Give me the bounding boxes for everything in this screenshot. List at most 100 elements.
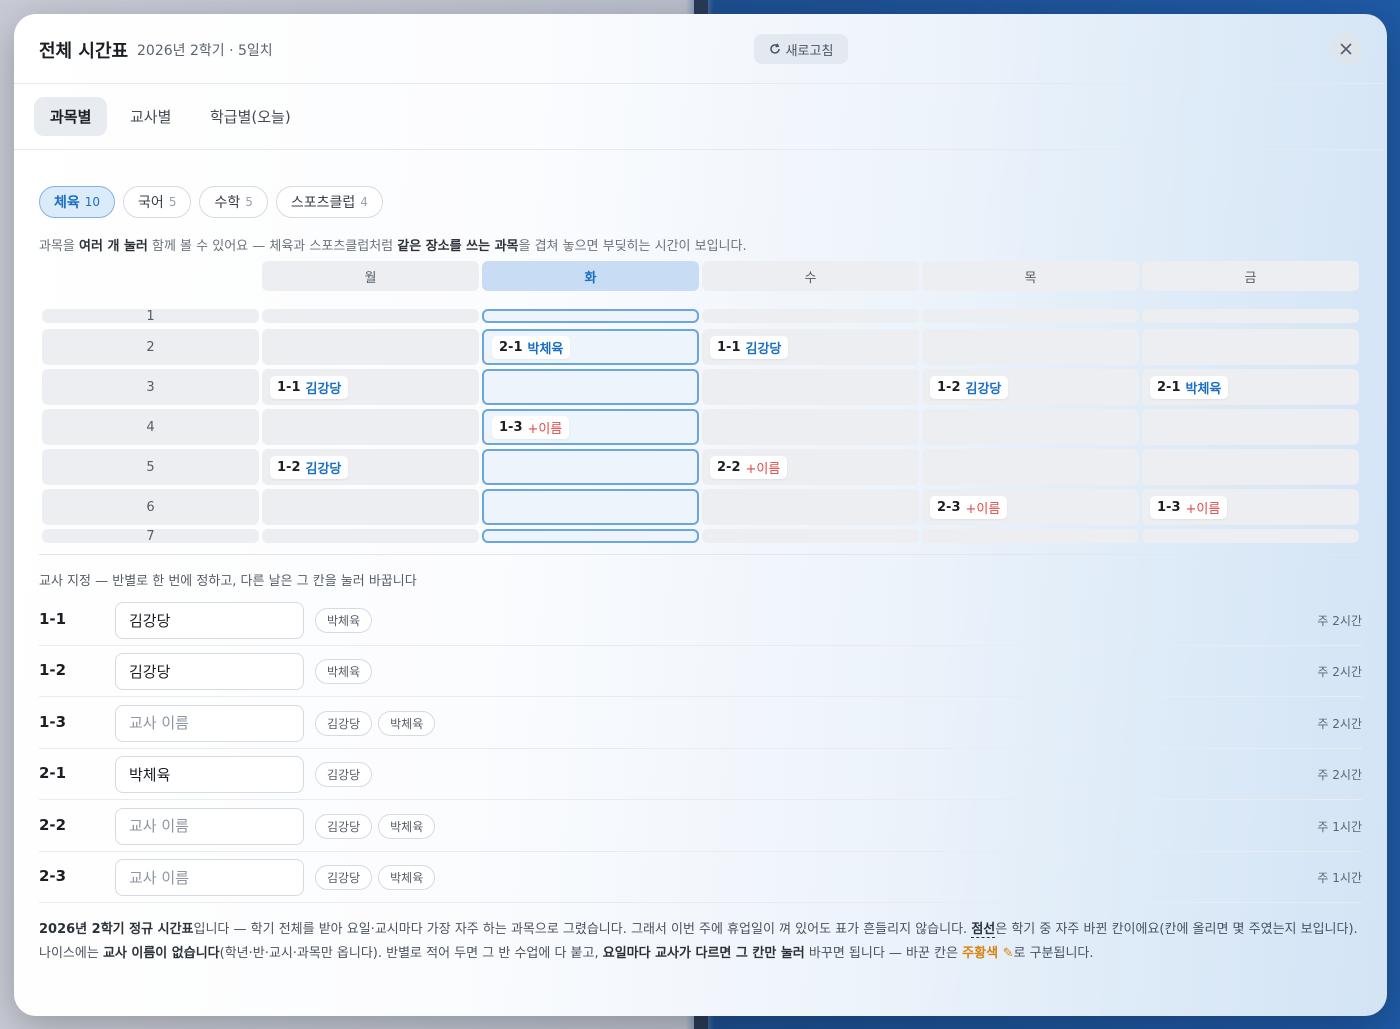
timetable-cell[interactable] [1142, 329, 1359, 365]
teacher-suggestion-chip[interactable]: 박체육 [378, 710, 436, 736]
timetable-cell[interactable] [702, 489, 919, 525]
timetable-cell[interactable] [702, 309, 919, 323]
day-header[interactable]: 화 [482, 261, 699, 291]
class-entry[interactable]: 2-1 박체육 [492, 335, 571, 359]
close-button[interactable] [1330, 33, 1362, 65]
tab-by-teacher[interactable]: 교사별 [114, 97, 187, 136]
teacher-name-input[interactable] [115, 653, 304, 691]
timetable-cell[interactable]: 2-1 박체육 [1142, 369, 1359, 405]
teacher-suggestion-chip[interactable]: 김강당 [315, 762, 373, 788]
timetable-cell[interactable] [1142, 449, 1359, 485]
teacher-suggestion-chip[interactable]: 김강당 [315, 865, 373, 890]
class-label: 1-3 [39, 712, 67, 731]
timetable-cell[interactable] [262, 329, 479, 365]
timetable-cell[interactable] [482, 489, 699, 525]
teacher-suggestions: 김강당 박체육 [315, 710, 436, 736]
teacher-suggestion-chip[interactable]: 박체육 [378, 865, 436, 890]
timetable-cell[interactable] [482, 449, 699, 485]
teacher-suggestion-chip[interactable]: 김강당 [315, 813, 373, 839]
refresh-button[interactable]: 새로고침 [754, 34, 848, 64]
timetable-cell[interactable]: 2-1 박체육 [482, 329, 699, 365]
day-header[interactable]: 목 [922, 261, 1139, 291]
teacher-row: 1-1 박체육 주 2시간 [39, 595, 1362, 646]
class-label: 2-3 [39, 867, 67, 885]
tab-by-class-today[interactable]: 학급별(오늘) [194, 97, 307, 136]
timetable-cell[interactable] [922, 329, 1139, 365]
timetable-cell[interactable]: 2-3 +이름 [922, 489, 1139, 525]
add-teacher-link[interactable]: +이름 [966, 498, 1001, 517]
section-divider [39, 554, 1362, 555]
timetable-cell[interactable]: 1-3 +이름 [482, 409, 699, 445]
timetable-cell[interactable] [1142, 409, 1359, 445]
chip-count: 5 [168, 195, 177, 209]
subject-chip-pe[interactable]: 체육 10 [39, 186, 116, 218]
period-label: 2 [42, 329, 259, 365]
timetable-cell[interactable] [1142, 309, 1359, 323]
timetable-cell[interactable] [482, 529, 699, 543]
timetable-cell[interactable] [702, 529, 919, 543]
timetable-cell[interactable]: 2-2 +이름 [702, 449, 919, 485]
class-entry[interactable]: 1-2 김강당 [930, 375, 1009, 399]
teacher-name-input[interactable] [115, 807, 304, 845]
timetable-cell[interactable] [262, 529, 479, 543]
class-entry[interactable]: 1-2 김강당 [270, 455, 349, 479]
timetable-cell[interactable] [922, 529, 1139, 543]
timetable-cell[interactable]: 1-2 김강당 [922, 369, 1139, 405]
timetable-cell[interactable] [702, 409, 919, 445]
class-entry[interactable]: 2-1 박체육 [1150, 375, 1229, 399]
timetable-cell[interactable] [922, 309, 1139, 323]
add-teacher-link[interactable]: +이름 [528, 418, 563, 437]
teacher-suggestions: 김강당 박체육 [315, 813, 436, 839]
period-label: 6 [42, 489, 259, 525]
class-entry[interactable]: 2-3 +이름 [930, 495, 1008, 519]
subject-chip-math[interactable]: 수학 5 [199, 186, 268, 218]
timetable-cell[interactable] [482, 369, 699, 405]
timetable-cell[interactable]: 1-2 김강당 [262, 449, 479, 485]
class-entry[interactable]: 1-1 김강당 [710, 335, 789, 359]
timetable-cell[interactable] [922, 409, 1139, 445]
entry-class: 1-2 [937, 379, 961, 395]
timetable-cell[interactable] [262, 489, 479, 525]
teacher-name-input[interactable] [115, 602, 304, 639]
add-teacher-link[interactable]: +이름 [1186, 498, 1221, 517]
chip-label: 국어 [138, 195, 164, 211]
teacher-suggestion-chip[interactable]: 박체육 [378, 813, 436, 839]
day-header[interactable]: 월 [262, 261, 479, 291]
add-teacher-link[interactable]: +이름 [746, 458, 781, 477]
day-header[interactable]: 금 [1142, 261, 1359, 291]
class-entry[interactable]: 1-1 김강당 [270, 375, 349, 399]
chip-label: 스포츠클럽 [290, 195, 356, 211]
timetable-cell[interactable]: 1-1 김강당 [702, 329, 919, 365]
class-label: 1-1 [39, 610, 67, 628]
teacher-suggestion-chip[interactable]: 박체육 [315, 608, 373, 633]
subject-chip-korean[interactable]: 국어 5 [123, 186, 192, 218]
footer-line-1: 2026년 2학기 정규 시간표입니다 — 학기 전체를 받아 요일·교시마다 … [39, 922, 1358, 938]
class-entry[interactable]: 1-3 +이름 [492, 415, 570, 439]
weekly-hours: 주 2시간 [1317, 614, 1362, 628]
tab-by-subject[interactable]: 과목별 [34, 97, 108, 136]
timetable-cell[interactable] [702, 369, 919, 405]
teacher-name-input[interactable] [115, 756, 304, 794]
class-label: 2-1 [39, 764, 67, 783]
entry-class: 1-3 [499, 419, 523, 435]
timetable-cell[interactable]: 1-1 김강당 [262, 369, 479, 405]
teacher-name-input[interactable] [115, 704, 304, 742]
class-entry[interactable]: 2-2 +이름 [710, 455, 788, 479]
timetable-cell[interactable] [922, 449, 1139, 485]
timetable-cell[interactable] [262, 409, 479, 445]
entry-teacher: 박체육 [527, 341, 564, 357]
timetable-cell[interactable]: 1-3 +이름 [1142, 489, 1359, 525]
subject-chip-sports-club[interactable]: 스포츠클럽 4 [275, 186, 383, 218]
class-entry[interactable]: 1-3 +이름 [1150, 495, 1228, 519]
teacher-row: 2-2 김강당박체육 주 1시간 [39, 801, 1362, 852]
timetable-cell[interactable] [482, 309, 699, 323]
teacher-name-input[interactable] [115, 859, 304, 896]
view-tabs: 과목별 교사별 학급별(오늘) [14, 84, 1387, 150]
teacher-suggestion-chip[interactable]: 김강당 [315, 710, 373, 736]
teacher-suggestion-chip[interactable]: 박체육 [315, 659, 373, 685]
timetable-cell[interactable] [262, 309, 479, 323]
timetable-cell[interactable] [1142, 529, 1359, 543]
day-header[interactable]: 수 [702, 261, 919, 291]
chip-count: 4 [360, 195, 368, 209]
refresh-icon [769, 43, 781, 55]
